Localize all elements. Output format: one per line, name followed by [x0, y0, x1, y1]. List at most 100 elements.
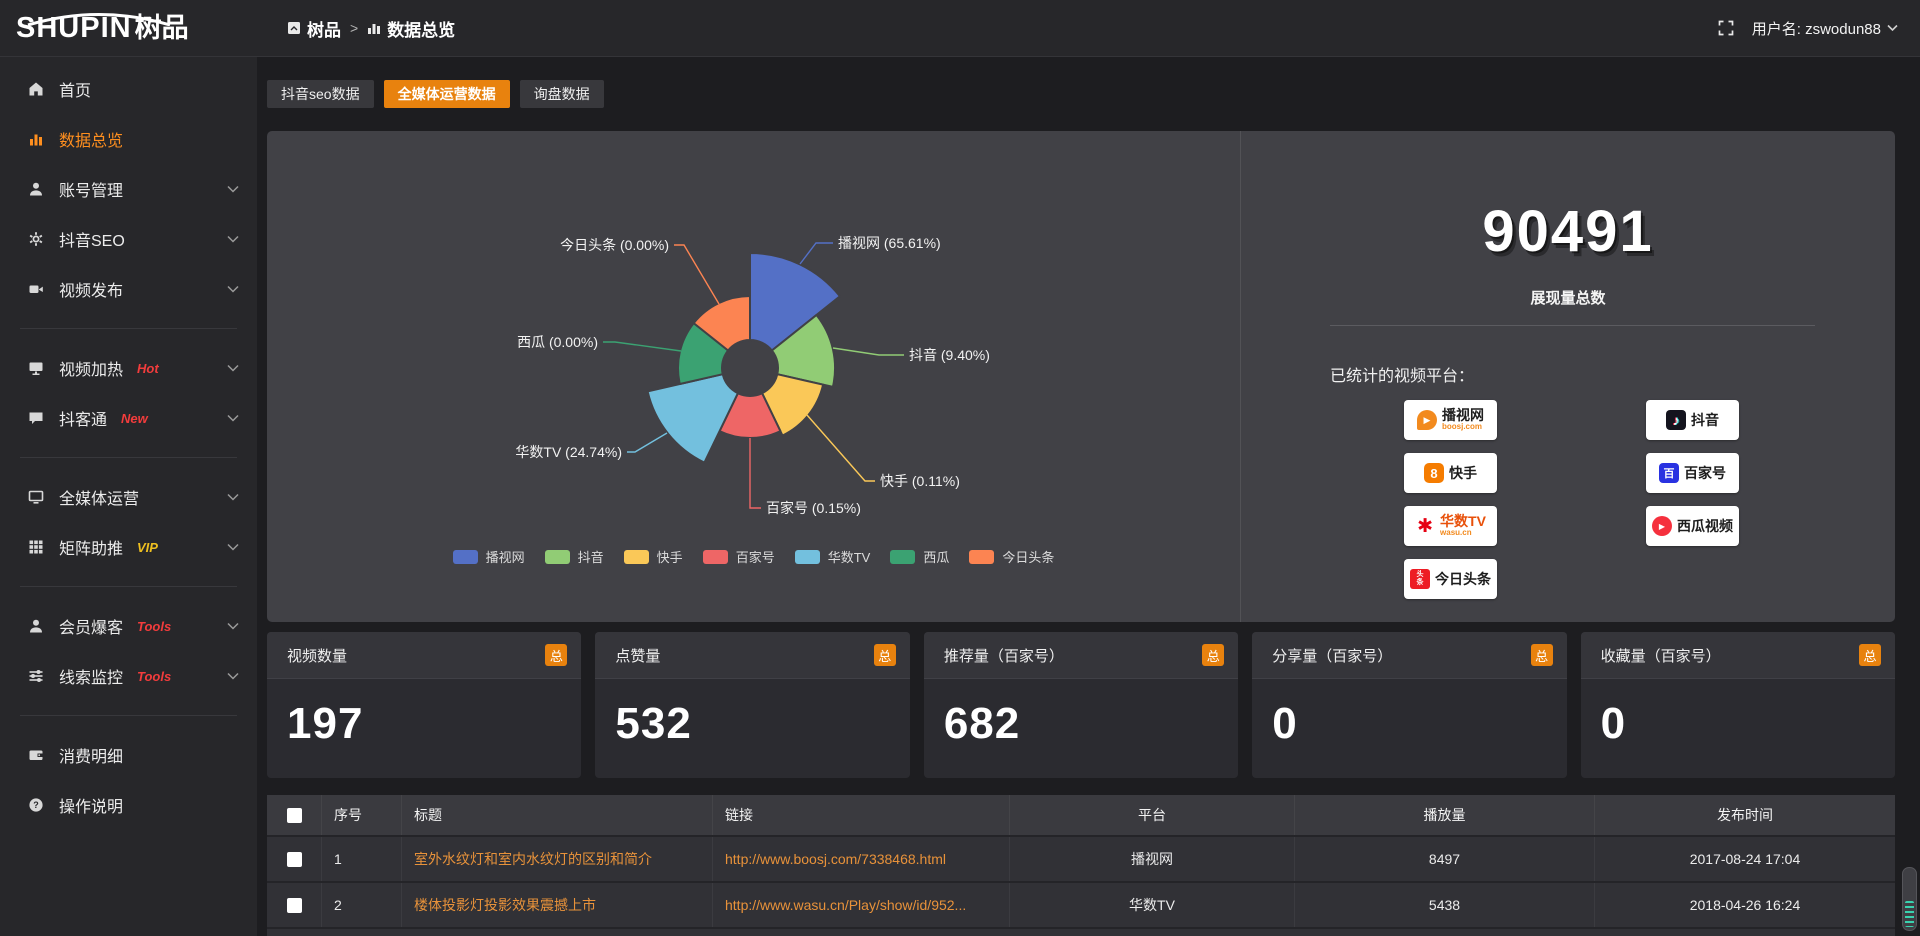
row-checkbox[interactable]	[287, 852, 302, 867]
sidebar-item-label: 会员爆客	[59, 614, 123, 638]
sidebar-item-home[interactable]: 首页	[0, 64, 257, 114]
legend-swatch	[890, 550, 915, 564]
platform-badge-4: ✱华数TVwasu.cn	[1404, 506, 1497, 546]
platform-badge-text: 抖音	[1691, 413, 1719, 428]
sidebar-divider	[20, 715, 237, 716]
pie-chart-area: 播视网 (65.61%) 抖音 (9.40%) 快手 (0.11%) 百家号 (0.1…	[267, 131, 1240, 622]
table-header-cell-6: 发布时间	[1595, 795, 1895, 835]
breadcrumb: 树品 > 数据总览	[287, 16, 455, 41]
sidebar-item-item-4[interactable]: 视频发布	[0, 264, 257, 314]
sidebar-item-item-9[interactable]: 会员爆客Tools	[0, 601, 257, 651]
row-checkbox[interactable]	[287, 898, 302, 913]
scrollbar-thumb[interactable]	[1902, 867, 1917, 931]
legend-item-5[interactable]: 西瓜	[890, 547, 949, 566]
total-badge: 总	[545, 644, 567, 666]
pie-label-3: 百家号 (0.15%)	[766, 500, 861, 516]
wallet-icon	[27, 746, 45, 764]
platform-name: 西瓜视频	[1677, 519, 1733, 534]
row-checkbox-cell	[267, 883, 322, 927]
total-badge: 总	[874, 644, 896, 666]
chevron-down-icon	[227, 364, 239, 372]
overview-panel: 播视网 (65.61%) 抖音 (9.40%) 快手 (0.11%) 百家号 (0.1…	[267, 131, 1895, 622]
sidebar-item-item-10[interactable]: 线索监控Tools	[0, 651, 257, 701]
app-root: SHUPIN 树品 树品 > 数据总览 用户名: zswodun88 首页数	[0, 0, 1920, 936]
legend-item-2[interactable]: 快手	[624, 547, 683, 566]
platform-name: 播视网	[1442, 408, 1484, 423]
pie-label-line-5	[603, 342, 681, 351]
platform-name: 百家号	[1684, 466, 1726, 481]
legend-swatch	[453, 550, 478, 564]
tab-0[interactable]: 抖音seo数据	[267, 80, 374, 108]
legend-item-1[interactable]: 抖音	[545, 547, 604, 566]
total-badge: 总	[1202, 644, 1224, 666]
summary-divider	[1330, 325, 1815, 326]
kuaishou-icon: 8	[1424, 463, 1444, 483]
video-title-link[interactable]: 楼体投影灯投影效果震撼上市	[414, 895, 596, 915]
tab-1[interactable]: 全媒体运营数据	[384, 80, 510, 108]
video-url-link[interactable]: http://www.boosj.com/7338468.html	[725, 851, 946, 867]
stat-card-header: 分享量（百家号）总	[1252, 632, 1566, 679]
video-camera-icon	[27, 280, 45, 298]
question-icon: ?	[27, 796, 45, 814]
sidebar-item-item-7[interactable]: 全媒体运营	[0, 472, 257, 522]
legend-item-3[interactable]: 百家号	[703, 547, 775, 566]
row-checkbox-cell	[267, 837, 322, 881]
sidebar-item-item-11[interactable]: 消费明细	[0, 730, 257, 780]
sidebar-item-data-overview[interactable]: 数据总览	[0, 114, 257, 164]
chat-icon	[27, 409, 45, 427]
pie-label-line-3	[750, 438, 761, 508]
pie-label-2: 快手 (0.11%)	[880, 473, 960, 489]
summary-panel: 90491 展现量总数 已统计的视频平台： ▶播视网boosj.com♪抖音8快…	[1240, 131, 1895, 622]
breadcrumb-current[interactable]: 数据总览	[367, 16, 455, 41]
sidebar-item-item-8[interactable]: 矩阵助推VIP	[0, 522, 257, 572]
legend-item-0[interactable]: 播视网	[453, 547, 525, 566]
breadcrumb-separator: >	[350, 20, 358, 36]
table-header-row: 序号标题链接平台播放量发布时间	[267, 795, 1895, 835]
sidebar-item-label: 视频发布	[59, 277, 123, 301]
legend-swatch	[795, 550, 820, 564]
sidebar-item-item-3[interactable]: 抖音SEO	[0, 214, 257, 264]
sidebar: 首页数据总览账号管理抖音SEO 视频发布视频加热Hot抖客通New 全媒体运营矩阵助…	[0, 56, 257, 936]
monitor-icon	[27, 359, 45, 377]
stat-card-value: 0	[1581, 679, 1895, 749]
stat-card-title: 点赞量	[615, 645, 660, 666]
pie-slice-4[interactable]	[648, 374, 738, 462]
stat-cards-row: 视频数量总197点赞量总532推荐量（百家号）总682分享量（百家号）总0收藏量…	[267, 632, 1895, 778]
fullscreen-icon[interactable]	[1718, 20, 1734, 36]
pie-label-0: 播视网 (65.61%)	[838, 235, 941, 251]
logo[interactable]: SHUPIN 树品	[0, 14, 257, 43]
sidebar-item-item-5[interactable]: 视频加热Hot	[0, 343, 257, 393]
table-cell-link: http://www.wasu.cn/Play/show/id/952...	[713, 883, 1010, 927]
breadcrumb-root[interactable]: 树品	[287, 16, 341, 41]
total-badge: 总	[1859, 644, 1881, 666]
platform-badge-text: 西瓜视频	[1677, 519, 1733, 534]
sidebar-item-label: 全媒体运营	[59, 485, 139, 509]
legend-item-4[interactable]: 华数TV	[795, 547, 871, 566]
legend-swatch	[545, 550, 570, 564]
sidebar-item-item-6[interactable]: 抖客通New	[0, 393, 257, 443]
wasu-icon: ✱	[1415, 516, 1435, 536]
video-title-link[interactable]: 室外水纹灯和室内水纹灯的区别和简介	[414, 849, 652, 869]
pie-label-6: 今日头条 (0.00%)	[560, 237, 669, 253]
member-icon	[27, 617, 45, 635]
chevron-down-icon	[227, 235, 239, 243]
select-all-checkbox[interactable]	[287, 808, 302, 823]
video-url-link[interactable]: http://www.wasu.cn/Play/show/id/952...	[725, 897, 966, 913]
stat-card-header: 点赞量 总	[595, 632, 909, 679]
table-cell-no: 1	[322, 837, 402, 881]
table-cell-title: 楼体投影灯投影效果震撼上市	[402, 883, 713, 927]
videos-table: 序号标题链接平台播放量发布时间1 室外水纹灯和室内水纹灯的区别和简介 http://…	[267, 795, 1895, 936]
legend-label: 华数TV	[828, 547, 871, 566]
sidebar-item-label: 矩阵助推	[59, 535, 123, 559]
user-menu[interactable]: 用户名: zswodun88	[1752, 18, 1898, 39]
sidebar-item-item-12[interactable]: ?操作说明	[0, 780, 257, 830]
main-content: 抖音seo数据全媒体运营数据询盘数据 播视网 (65.61%) 抖音 (9.40%…	[257, 56, 1920, 936]
pie-label-1: 抖音 (9.40%)	[909, 347, 990, 363]
legend-item-6[interactable]: 今日头条	[969, 547, 1054, 566]
table-cell-link: http://www.boosj.com/7338468.html	[713, 837, 1010, 881]
tab-2[interactable]: 询盘数据	[520, 80, 604, 108]
sidebar-item-item-2[interactable]: 账号管理	[0, 164, 257, 214]
chevron-down-icon	[227, 285, 239, 293]
sidebar-item-label: 视频加热	[59, 356, 123, 380]
chevron-down-icon	[227, 672, 239, 680]
